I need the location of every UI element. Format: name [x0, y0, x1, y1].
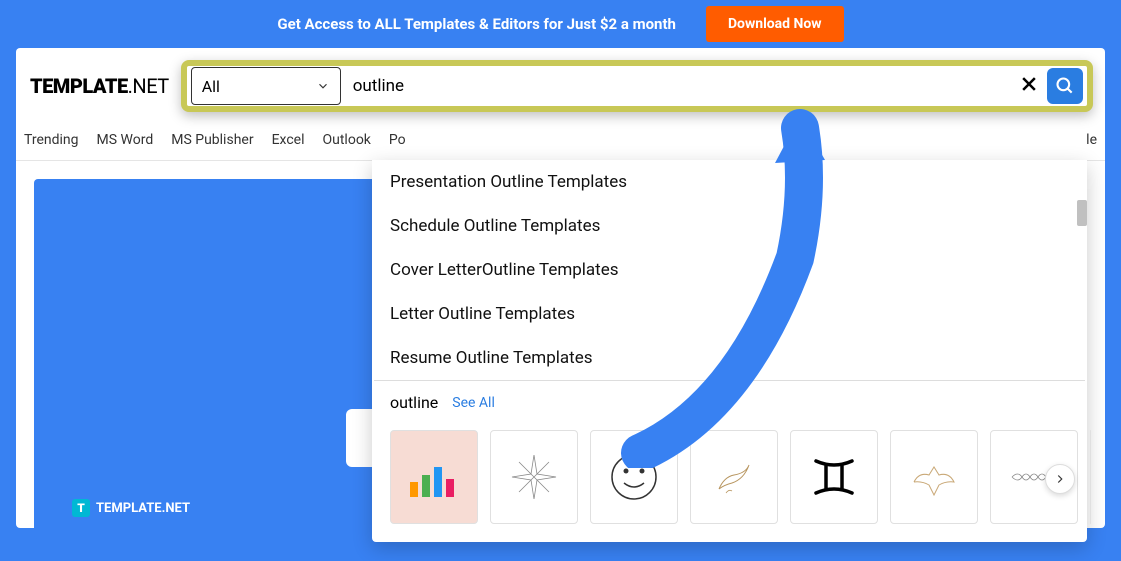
suggestion-item[interactable]: Schedule Outline Templates	[372, 204, 1087, 248]
chevron-right-icon	[1053, 472, 1067, 486]
footer-logo: T TEMPLATE.NET	[72, 499, 190, 517]
suggestion-item[interactable]: Cover LetterOutline Templates	[372, 248, 1087, 292]
bird-outline-icon	[704, 447, 764, 507]
logo-suffix: .NET	[128, 74, 169, 98]
search-bar: All	[181, 60, 1093, 112]
t-icon: T	[72, 499, 90, 517]
chart-icon	[404, 447, 464, 507]
nav-tab-outlook[interactable]: Outlook	[323, 132, 371, 148]
clear-search-button[interactable]	[1011, 71, 1047, 101]
site-logo[interactable]: TEMPLATE.NET	[24, 74, 169, 98]
close-icon	[1019, 74, 1039, 94]
header-row: TEMPLATE.NET All	[16, 48, 1105, 124]
smiley-outline-icon	[604, 447, 664, 507]
suggestion-item[interactable]: Presentation Outline Templates	[372, 160, 1087, 204]
nav-tab-word[interactable]: MS Word	[97, 132, 154, 148]
search-input[interactable]	[341, 66, 1011, 106]
see-all-link[interactable]: See All	[452, 395, 495, 411]
chevron-down-icon	[316, 79, 330, 93]
star-outline-icon	[504, 447, 564, 507]
nav-tab-right[interactable]: le	[1086, 132, 1097, 148]
thumbnail-item[interactable]	[590, 430, 678, 524]
thumbnail-item[interactable]	[490, 430, 578, 524]
search-button[interactable]	[1047, 68, 1083, 104]
search-dropdown: Presentation Outline Templates Schedule …	[372, 160, 1087, 542]
gemini-outline-icon	[804, 447, 864, 507]
footer-logo-text: TEMPLATE.NET	[96, 501, 190, 516]
category-value: All	[202, 77, 220, 96]
thumbnail-item[interactable]	[890, 430, 978, 524]
results-header: outline See All	[372, 381, 1087, 424]
banner-text: Get Access to ALL Templates & Editors fo…	[277, 15, 676, 33]
thumbnail-row	[372, 424, 1087, 542]
thumbnail-item[interactable]	[790, 430, 878, 524]
results-title: outline	[390, 393, 438, 412]
thumbnail-item-partial[interactable]	[1090, 430, 1091, 524]
promo-banner: Get Access to ALL Templates & Editors fo…	[0, 0, 1121, 48]
category-select[interactable]: All	[191, 67, 341, 105]
main-content: TEMPLATE.NET All Trending MS Word MS Pub…	[16, 48, 1105, 528]
scrollbar-thumb[interactable]	[1077, 200, 1087, 226]
nav-tab-trending[interactable]: Trending	[24, 132, 79, 148]
suggestion-item[interactable]: Resume Outline Templates	[372, 336, 1087, 380]
nav-tab-publisher[interactable]: MS Publisher	[171, 132, 253, 148]
next-thumbnails-button[interactable]	[1045, 464, 1075, 494]
suggestion-item[interactable]: Letter Outline Templates	[372, 292, 1087, 336]
download-now-button[interactable]: Download Now	[706, 6, 844, 42]
logo-brand: TEMPLATE	[30, 74, 128, 98]
thumbnail-item[interactable]	[390, 430, 478, 524]
thumbnail-item[interactable]	[690, 430, 778, 524]
nav-tab-powerpoint[interactable]: Po	[389, 132, 406, 148]
nav-tabs: Trending MS Word MS Publisher Excel Outl…	[16, 124, 1105, 161]
eagle-outline-icon	[904, 447, 964, 507]
nav-tab-excel[interactable]: Excel	[272, 132, 305, 148]
search-icon	[1055, 76, 1075, 96]
